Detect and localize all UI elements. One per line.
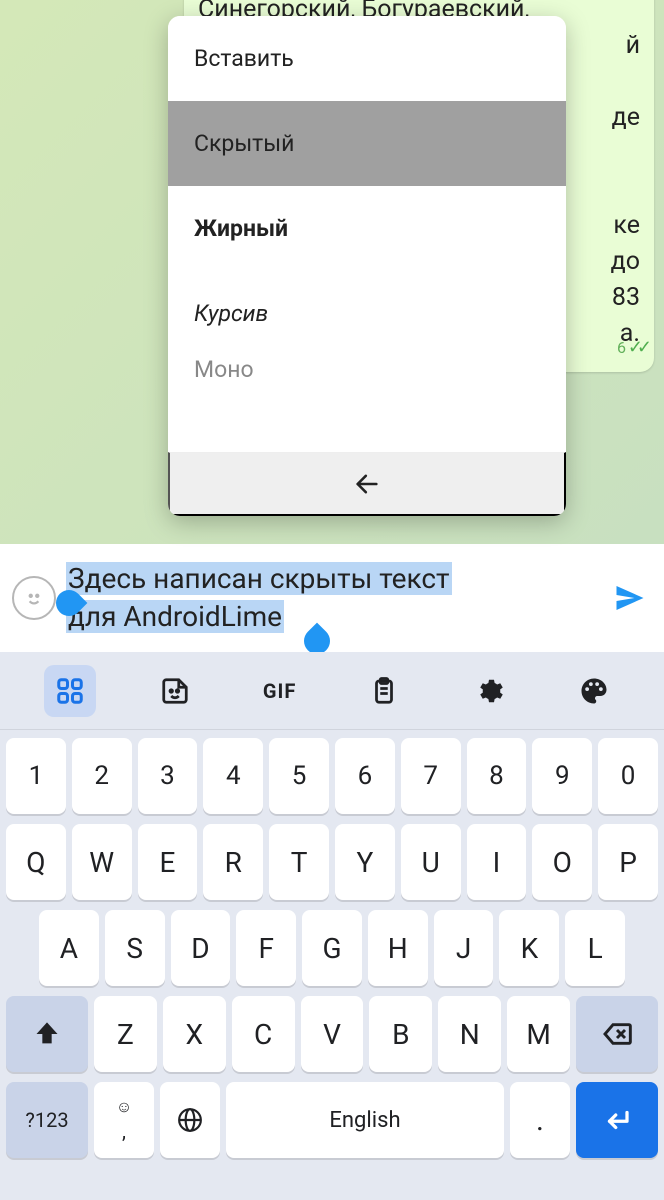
key-4[interactable]: 4	[203, 738, 263, 814]
menu-italic[interactable]: Курсив	[168, 271, 566, 356]
key-5[interactable]: 5	[269, 738, 329, 814]
backspace-key[interactable]	[576, 996, 658, 1072]
key-c[interactable]: C	[232, 996, 295, 1072]
backspace-icon	[601, 1018, 633, 1050]
key-7[interactable]: 7	[401, 738, 461, 814]
key-0[interactable]: 0	[598, 738, 658, 814]
letter-row-3: ZXCVBNM	[6, 996, 658, 1072]
key-m[interactable]: M	[507, 996, 570, 1072]
key-s[interactable]: S	[105, 910, 165, 986]
language-key[interactable]	[160, 1082, 220, 1158]
key-e[interactable]: E	[138, 824, 198, 900]
key-x[interactable]: X	[163, 996, 226, 1072]
kbd-sticker-button[interactable]	[149, 665, 201, 717]
period-key[interactable]: .	[510, 1082, 570, 1158]
key-i[interactable]: I	[467, 824, 527, 900]
key-1[interactable]: 1	[6, 738, 66, 814]
palette-icon	[579, 676, 609, 706]
key-rows: 1234567890 QWERTYUIOP ASDFGHJKL ZXCVBNM …	[0, 730, 664, 1200]
key-w[interactable]: W	[72, 824, 132, 900]
send-icon	[612, 580, 648, 616]
kbd-apps-button[interactable]	[44, 665, 96, 717]
key-d[interactable]: D	[171, 910, 231, 986]
key-z[interactable]: Z	[94, 996, 157, 1072]
send-button[interactable]	[608, 576, 652, 620]
menu-hidden[interactable]: Скрытый	[168, 101, 566, 186]
gear-icon	[474, 676, 504, 706]
letter-row-2: ASDFGHJKL	[6, 910, 658, 986]
context-menu: Вставить Скрытый Жирный Курсив Моно	[168, 16, 566, 516]
key-8[interactable]: 8	[467, 738, 527, 814]
key-j[interactable]: J	[434, 910, 494, 986]
comma-label: ,	[122, 1119, 126, 1143]
key-2[interactable]: 2	[72, 738, 132, 814]
emoji-button[interactable]	[12, 576, 56, 620]
key-k[interactable]: K	[499, 910, 559, 986]
key-6[interactable]: 6	[335, 738, 395, 814]
kbd-theme-button[interactable]	[568, 665, 620, 717]
menu-paste[interactable]: Вставить	[168, 16, 566, 101]
globe-icon	[177, 1107, 203, 1133]
menu-bold[interactable]: Жирный	[168, 186, 566, 271]
keyboard-toolbar: GIF	[0, 652, 664, 730]
selected-text-line1: Здесь написан скрыты текст	[66, 562, 452, 595]
letter-row-1: QWERTYUIOP	[6, 824, 658, 900]
sticker-icon	[160, 676, 190, 706]
smile-icon	[21, 585, 47, 611]
shift-icon	[33, 1020, 61, 1048]
menu-back-button[interactable]	[168, 452, 566, 516]
key-b[interactable]: B	[369, 996, 432, 1072]
key-u[interactable]: U	[401, 824, 461, 900]
key-9[interactable]: 9	[532, 738, 592, 814]
read-checks-icon: ✓✓	[628, 330, 646, 366]
selected-text-line2: для AndroidLime	[66, 600, 284, 633]
key-n[interactable]: N	[438, 996, 501, 1072]
msg-time: 6	[617, 330, 626, 366]
key-f[interactable]: F	[236, 910, 296, 986]
space-key[interactable]: English	[226, 1082, 504, 1158]
message-input[interactable]: Здесь написан скрыты текст для AndroidLi…	[66, 560, 598, 636]
bottom-row: ?123 ☺ , English .	[6, 1082, 658, 1158]
key-l[interactable]: L	[565, 910, 625, 986]
key-h[interactable]: H	[368, 910, 428, 986]
menu-mono-partial[interactable]: Моно	[168, 356, 566, 406]
shift-key[interactable]	[6, 996, 88, 1072]
key-t[interactable]: T	[269, 824, 329, 900]
key-a[interactable]: A	[39, 910, 99, 986]
key-p[interactable]: P	[598, 824, 658, 900]
key-v[interactable]: V	[301, 996, 364, 1072]
chat-background: Синегорский, Богураевский, й де ке до 83…	[0, 0, 664, 544]
symbols-key[interactable]: ?123	[6, 1082, 88, 1158]
key-y[interactable]: Y	[335, 824, 395, 900]
kbd-settings-button[interactable]	[463, 665, 515, 717]
enter-key[interactable]	[576, 1082, 658, 1158]
kbd-clipboard-button[interactable]	[358, 665, 410, 717]
key-3[interactable]: 3	[138, 738, 198, 814]
grid-icon	[55, 676, 85, 706]
key-q[interactable]: Q	[6, 824, 66, 900]
enter-icon	[602, 1105, 632, 1135]
arrow-left-icon	[353, 470, 381, 498]
key-o[interactable]: O	[532, 824, 592, 900]
message-input-bar: Здесь написан скрыты текст для AndroidLi…	[0, 544, 664, 652]
comma-emoji-hint: ☺	[116, 1097, 132, 1117]
number-row: 1234567890	[6, 738, 658, 814]
comma-key[interactable]: ☺ ,	[94, 1082, 154, 1158]
clipboard-icon	[369, 676, 399, 706]
key-g[interactable]: G	[302, 910, 362, 986]
kbd-gif-button[interactable]: GIF	[254, 665, 306, 717]
keyboard: GIF 1234567890 QWERTYUIOP ASDFGHJKL ZXCV…	[0, 652, 664, 1200]
key-r[interactable]: R	[203, 824, 263, 900]
